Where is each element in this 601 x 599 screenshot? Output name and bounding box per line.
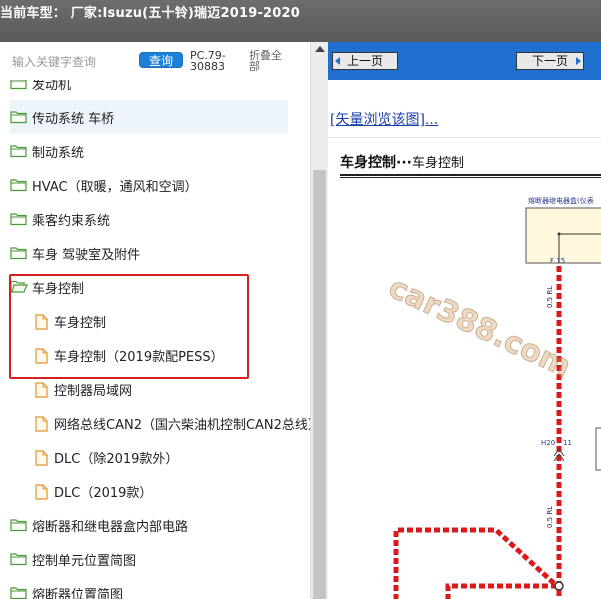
tree-item-label: 网络总线CAN2（国六柴油机控制CAN2总线） (54, 417, 310, 433)
tree-item-label: 熔断器和继电器盒内部电路 (32, 519, 189, 535)
tree-item[interactable]: 车身 驾驶室及附件 (10, 236, 310, 270)
title-rule (340, 174, 601, 176)
arrow-right-icon (576, 57, 581, 65)
fuse-box-label: 熔断器继电器盒(仪表 (528, 196, 594, 205)
folder-icon (10, 80, 28, 90)
title-bar: 当前车型： 厂家:Isuzu(五十铃)瑞迈2019-2020 (0, 0, 601, 42)
tree-item[interactable]: 网络总线CAN2（国六柴油机控制CAN2总线） (32, 406, 310, 440)
folder-icon (10, 144, 28, 158)
folder-open-icon (10, 280, 28, 294)
tree-item-label: 车身控制（2019款配PESS） (54, 349, 224, 365)
pin-f-label: F 15 (550, 257, 565, 265)
diagram-subtitle: 车身控制 (411, 156, 464, 171)
tree-item-label: HVAC（取暖，通风和空调） (32, 179, 198, 195)
pc-code-label: PC.79-30883 (190, 49, 226, 73)
collapse-all-button[interactable]: 折叠全部 (249, 50, 291, 72)
catalog-tree: 发动机传动系统 车桥 制动系统 HVAC（取暖，通风和空调） 乘客约束系统车身 驾驶室… (0, 80, 310, 599)
tree-item[interactable]: 发动机 (10, 80, 310, 100)
left-panel: 查询 PC.79-30883 折叠全部 发动机传动系统 车桥制动系统 HVAC（取… (0, 42, 310, 599)
vector-view-link[interactable]: [矢量浏览该图]... (330, 109, 438, 129)
fuse-relay-box (525, 207, 601, 264)
tree-item-label: 控制单元位置简图 (32, 553, 137, 569)
file-icon (32, 450, 50, 466)
tree-item-label: 制动系统 (32, 145, 85, 161)
tree-item[interactable]: DLC（2019款） (32, 474, 310, 508)
tree-item-label: 控制器局域网 (54, 383, 133, 399)
tree-item-label: DLC（2019款） (54, 485, 153, 501)
tree-item[interactable]: 乘客约束系统 (10, 202, 310, 236)
folder-icon (10, 178, 28, 192)
wiring-diagram: 车身控制···车身控制 熔断器继电器盒(仪表 F 15 0.5 RL H20 1… (328, 137, 601, 599)
tree-item-label: 熔断器位置简图 (32, 587, 124, 599)
file-icon (32, 348, 50, 364)
tree-scrollbar[interactable] (310, 42, 328, 599)
red-wire-branch-2 (445, 583, 559, 599)
folder-icon (10, 212, 28, 226)
connector-h-label: H20 (541, 439, 555, 447)
file-icon (32, 416, 50, 432)
tree-item-label: 乘客约束系统 (32, 213, 111, 229)
file-icon (32, 314, 50, 330)
search-bar: 查询 PC.79-30883 折叠全部 (0, 42, 310, 80)
scroll-up-icon[interactable] (315, 46, 325, 52)
folder-icon (10, 586, 28, 599)
tree-item[interactable]: 控制器局域网 (32, 372, 310, 406)
search-input[interactable] (12, 53, 132, 71)
tree-item-label: 车身 驾驶室及附件 (32, 247, 141, 263)
wire-junction-dot (554, 581, 564, 591)
connector-h-number: 11 (563, 439, 572, 447)
tree-item[interactable]: 控制单元位置简图 (10, 542, 310, 576)
wire-label-lower: 0.5 RL (546, 506, 554, 528)
prev-page-label: 上一页 (346, 54, 383, 68)
folder-icon (10, 518, 28, 532)
wiring-diagram-svg: 熔断器继电器盒(仪表 F 15 0.5 RL H20 11 0.5 RL (393, 196, 601, 599)
window-title: 当前车型： 厂家:Isuzu(五十铃)瑞迈2019-2020 (0, 6, 301, 21)
file-icon (32, 382, 50, 398)
diagram-panel: 上一页 下一页 [矢量浏览该图]... 车身控制···车身控制 熔断器继电器盒(… (328, 42, 601, 599)
tree-item-label: 发动机 (32, 80, 72, 93)
scrollbar-thumb[interactable] (313, 170, 326, 599)
tree-item[interactable]: 车身控制（2019款配PESS） (32, 338, 310, 372)
page-nav-bar: 上一页 下一页 (328, 42, 601, 80)
folder-icon (10, 552, 28, 566)
next-page-button[interactable]: 下一页 (516, 52, 584, 70)
tree-item[interactable]: DLC（除2019款外） (32, 440, 310, 474)
tree-item[interactable]: 熔断器位置简图 (10, 576, 310, 599)
file-icon (32, 484, 50, 500)
diagram-title: 车身控制···车身控制 (340, 155, 464, 171)
tree-item[interactable]: 车身控制 (10, 270, 310, 304)
red-wire-branch (393, 527, 561, 599)
folder-icon (10, 246, 28, 260)
tree-item-label: 车身控制 (32, 281, 85, 297)
tree-item[interactable]: 传动系统 车桥 (10, 100, 288, 134)
wire-label-upper: 0.5 RL (546, 286, 554, 308)
arrow-left-icon (335, 57, 340, 65)
prev-page-button[interactable]: 上一页 (332, 52, 398, 70)
tree-item[interactable]: HVAC（取暖，通风和空调） (10, 168, 310, 202)
folder-icon (10, 110, 28, 124)
tree-item[interactable]: 制动系统 (10, 134, 310, 168)
search-button[interactable]: 查询 (139, 52, 183, 68)
tree-item[interactable]: 熔断器和继电器盒内部电路 (10, 508, 310, 542)
tree-item-label: 传动系统 车桥 (32, 111, 115, 127)
right-connector (595, 427, 601, 471)
next-page-label: 下一页 (531, 54, 568, 68)
tree-item[interactable]: 车身控制 (32, 304, 310, 338)
tree-item-label: 车身控制 (54, 315, 107, 331)
tree-item-label: DLC（除2019款外） (54, 451, 179, 467)
